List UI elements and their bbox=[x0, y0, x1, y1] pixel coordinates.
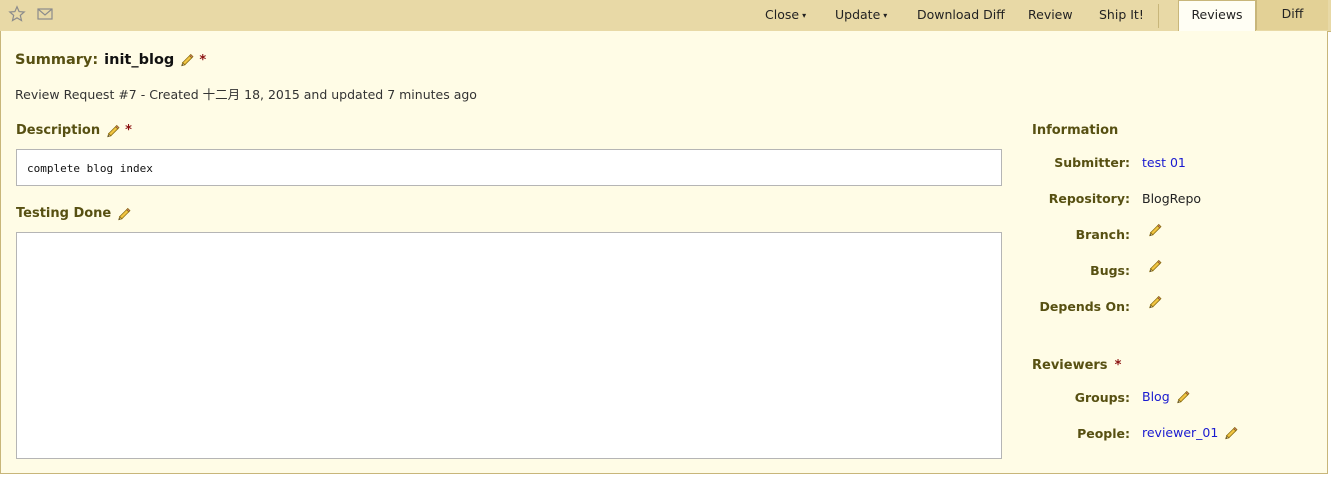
required-marker: * bbox=[125, 123, 132, 138]
review-request-meta: Review Request #7 - Created 十二月 18, 2015… bbox=[15, 87, 477, 102]
pencil-icon[interactable] bbox=[1224, 426, 1238, 440]
required-marker: * bbox=[199, 52, 207, 68]
testing-done-heading: Testing Done bbox=[16, 206, 131, 221]
submitter-link[interactable]: test 01 bbox=[1142, 155, 1186, 170]
testing-done-label: Testing Done bbox=[16, 206, 112, 221]
people-row: reviewer_01 bbox=[1142, 425, 1238, 440]
reviewers-label: Reviewers bbox=[1032, 358, 1108, 373]
description-heading: Description * bbox=[16, 123, 132, 138]
ship-it-button[interactable]: Ship It! bbox=[1099, 7, 1144, 22]
groups-link[interactable]: Blog bbox=[1142, 389, 1170, 404]
summary-label: Summary: bbox=[15, 52, 99, 68]
pencil-icon[interactable] bbox=[1176, 390, 1190, 404]
mail-icon[interactable] bbox=[36, 5, 54, 23]
summary-row: Summary: init_blog * bbox=[15, 52, 206, 68]
close-menu-button[interactable]: Close ▾ bbox=[765, 7, 806, 22]
summary-value[interactable]: init_blog bbox=[104, 52, 174, 68]
repository-label: Repository: bbox=[1048, 191, 1130, 206]
people-link[interactable]: reviewer_01 bbox=[1142, 425, 1218, 440]
update-menu-button[interactable]: Update ▾ bbox=[835, 7, 887, 22]
bugs-edit[interactable] bbox=[1148, 259, 1162, 273]
description-label: Description bbox=[16, 123, 101, 138]
download-diff-button[interactable]: Download Diff bbox=[917, 7, 1005, 22]
bugs-label: Bugs: bbox=[1090, 263, 1130, 278]
review-button[interactable]: Review bbox=[1028, 7, 1073, 22]
chevron-down-icon: ▾ bbox=[883, 11, 888, 20]
pencil-icon[interactable] bbox=[1148, 223, 1162, 237]
testing-done-field[interactable] bbox=[16, 232, 1002, 459]
update-label: Update bbox=[835, 7, 881, 22]
depends-on-edit[interactable] bbox=[1148, 295, 1162, 309]
branch-edit[interactable] bbox=[1148, 223, 1162, 237]
repository-value: BlogRepo bbox=[1142, 191, 1202, 206]
tab-reviews[interactable]: Reviews bbox=[1178, 0, 1256, 31]
pencil-icon[interactable] bbox=[180, 53, 194, 67]
submitter-label: Submitter: bbox=[1054, 155, 1130, 170]
pencil-icon[interactable] bbox=[106, 124, 120, 138]
close-label: Close bbox=[765, 7, 800, 22]
pencil-icon[interactable] bbox=[1148, 259, 1162, 273]
groups-label: Groups: bbox=[1074, 390, 1130, 405]
branch-label: Branch: bbox=[1075, 227, 1130, 242]
toolbar-divider bbox=[1158, 4, 1159, 28]
required-marker: * bbox=[1114, 358, 1122, 373]
star-icon[interactable] bbox=[8, 5, 26, 23]
chevron-down-icon: ▾ bbox=[802, 11, 807, 20]
information-heading: Information bbox=[1032, 123, 1119, 138]
action-toolbar: Close ▾ Update ▾ Download Diff Review Ship… bbox=[0, 0, 1331, 32]
description-text: complete blog index bbox=[27, 162, 153, 175]
pencil-icon[interactable] bbox=[117, 207, 131, 221]
reviewers-heading: Reviewers * bbox=[1032, 358, 1121, 373]
description-field[interactable]: complete blog index bbox=[16, 149, 1002, 186]
pencil-icon[interactable] bbox=[1148, 295, 1162, 309]
depends-on-label: Depends On: bbox=[1039, 299, 1130, 314]
people-label: People: bbox=[1077, 426, 1130, 441]
groups-row: Blog bbox=[1142, 389, 1190, 404]
tab-diff[interactable]: Diff bbox=[1256, 0, 1328, 30]
